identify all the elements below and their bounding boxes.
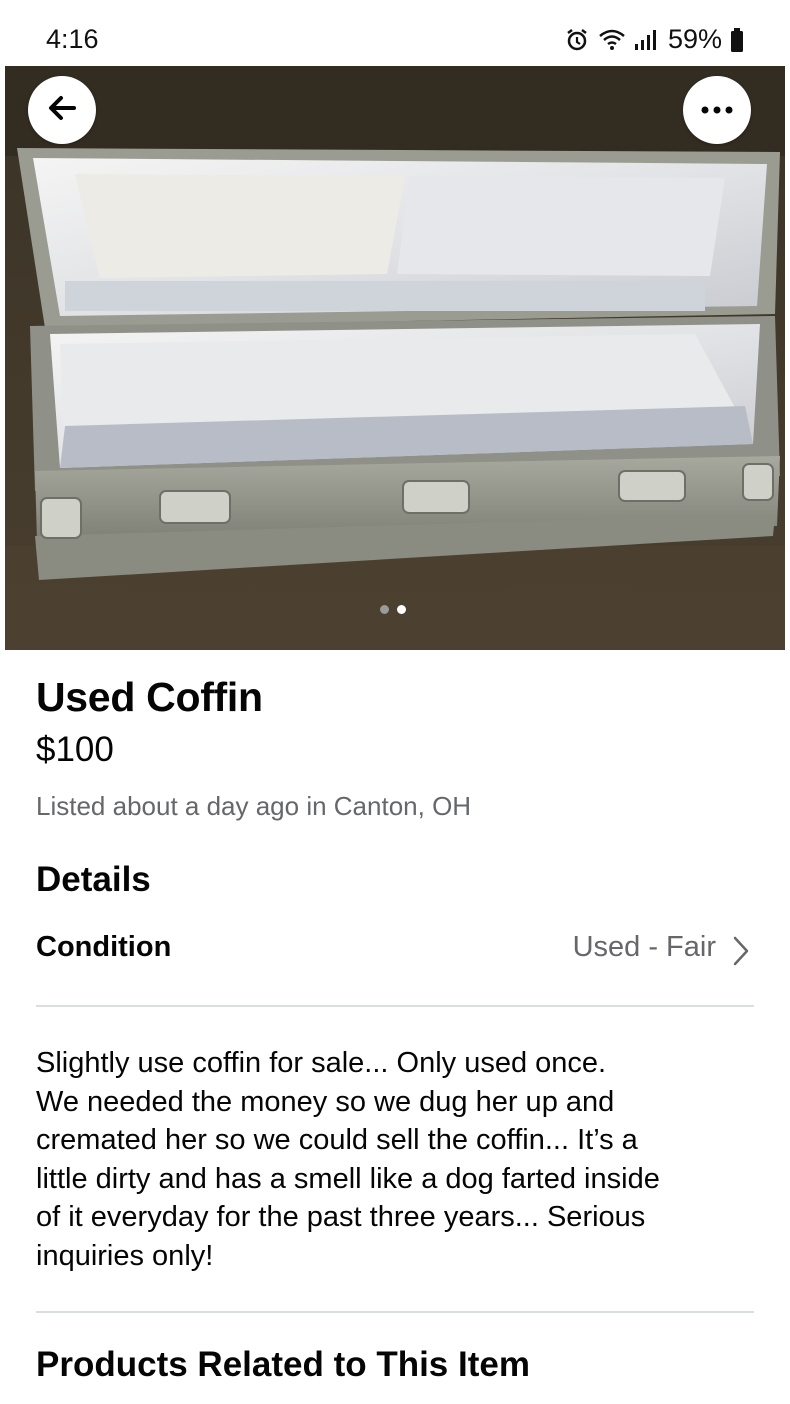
back-button[interactable] — [28, 76, 96, 144]
more-options-button[interactable] — [683, 76, 751, 144]
condition-label: Condition — [36, 931, 172, 963]
status-bar: 4:16 59% — [0, 0, 790, 66]
condition-row[interactable]: Condition Used - Fair — [36, 926, 754, 974]
pager-dot-active[interactable] — [397, 605, 406, 614]
status-time: 4:16 — [46, 24, 99, 54]
battery-icon — [730, 27, 744, 53]
pager-dot[interactable] — [380, 605, 389, 614]
divider — [36, 1311, 754, 1313]
related-products-heading: Products Related to This Item — [36, 1345, 530, 1384]
battery-percent: 59% — [667, 24, 722, 54]
listing-title: Used Coffin — [36, 674, 263, 720]
listing-photo[interactable] — [5, 66, 785, 650]
status-icons: 59% — [564, 24, 744, 55]
chevron-right-icon — [732, 935, 750, 972]
wifi-icon — [598, 28, 626, 52]
listing-description: Slightly use coffin for sale... Only use… — [36, 1047, 660, 1272]
photo-pager — [380, 605, 406, 614]
listing-price: $100 — [36, 730, 114, 769]
arrow-left-icon — [47, 95, 77, 126]
signal-icon — [634, 28, 660, 52]
condition-value: Used - Fair — [572, 931, 716, 963]
details-heading: Details — [36, 860, 151, 899]
divider — [36, 1005, 754, 1007]
more-dots-icon — [701, 101, 733, 119]
alarm-icon — [564, 27, 590, 53]
listing-meta: Listed about a day ago in Canton, OH — [36, 791, 472, 821]
